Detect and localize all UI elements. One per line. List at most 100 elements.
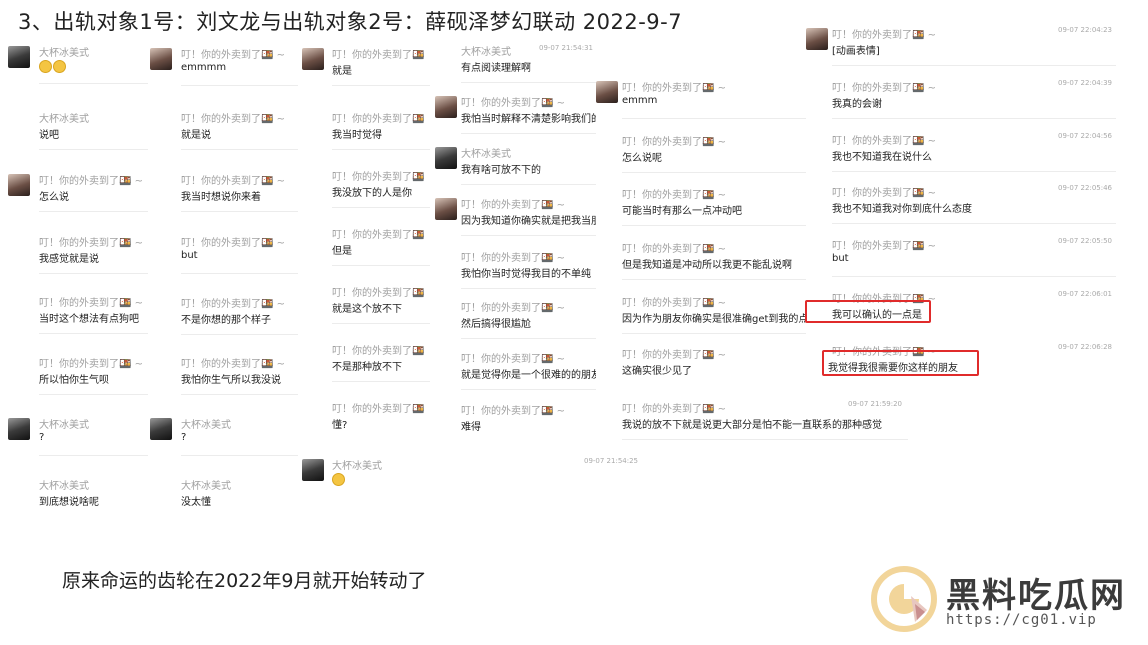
chat-panel-1: 大杯冰美式 大杯冰美式 说吧 叮！你的外卖到了🍱 ~ 怎么说 叮！你的外卖到了🍱…: [8, 44, 148, 514]
divider: [461, 184, 597, 185]
list-item: 叮！你的外卖到了🍱 ~ 我当时想说你来着: [150, 172, 298, 212]
divider: [461, 133, 597, 134]
chat-panel-3: 叮！你的外卖到了🍱 就是 叮！你的外卖到了🍱 我当时觉得 叮！你的外卖到了🍱 我…: [302, 46, 430, 496]
list-item: 叮！你的外卖到了🍱 ~ 我怕你当时觉得我目的不单纯: [435, 249, 597, 289]
list-item: 叮！你的外卖到了🍱 ~ 怎么说呢: [596, 133, 810, 173]
timestamp: 09-07 22:06:28: [1057, 343, 1112, 351]
message-text: 我怕你当时觉得我目的不单纯: [461, 269, 591, 280]
list-item: 叮！你的外卖到了🍱 ~ 就是说: [150, 110, 298, 150]
list-item: 叮！你的外卖到了🍱 ~ 我怕当时解释不清楚影响我们的关: [435, 94, 597, 134]
sender-name: 叮！你的外卖到了🍱 ~: [181, 176, 286, 187]
sender-name: 叮！你的外卖到了🍱 ~: [622, 298, 727, 309]
divider: [181, 273, 298, 274]
caption-text: 原来命运的齿轮在2022年9月就开始转动了: [62, 570, 427, 592]
sender-name: 叮！你的外卖到了🍱 ~: [832, 188, 937, 199]
message-text: 就是: [332, 66, 352, 77]
list-item: 叮！你的外卖到了🍱 ~ 怎么说: [8, 172, 148, 212]
sender-name: 叮！你的外卖到了🍱 ~: [622, 137, 727, 148]
divider: [461, 235, 597, 236]
sender-name: 叮！你的外卖到了🍱: [332, 288, 425, 299]
divider: [832, 223, 1116, 224]
sender-name: 叮！你的外卖到了🍱 ~: [622, 404, 727, 415]
divider: [332, 85, 430, 86]
timestamp: 09-07 21:54:31: [538, 44, 593, 52]
divider: [39, 83, 148, 84]
message-text: 懂?: [332, 420, 348, 431]
divider: [461, 82, 597, 83]
timestamp: 09-07 22:04:56: [1057, 132, 1112, 140]
message-text: 我说的放不下就是说更大部分是怕不能一直联系的那种感觉: [622, 420, 882, 431]
avatar: [302, 48, 324, 70]
message-text: 就是说: [181, 130, 211, 141]
list-item: 叮！你的外卖到了🍱 ~ emmmm: [150, 46, 298, 86]
timestamp: 09-07 22:05:46: [1057, 184, 1112, 192]
message-text: emmm: [622, 95, 658, 106]
list-item: 大杯冰美式 09-07 21:54:25: [302, 457, 642, 497]
sender-name: 叮！你的外卖到了🍱 ~: [832, 136, 937, 147]
sender-name: 叮！你的外卖到了🍱 ~: [832, 241, 937, 252]
sender-name: 大杯冰美式: [181, 420, 231, 431]
sender-name: 叮！你的外卖到了🍱 ~: [461, 406, 566, 417]
list-item: 叮！你的外卖到了🍱 ~ 这确实很少见了: [596, 346, 810, 386]
sender-name: 叮！你的外卖到了🍱 ~: [181, 238, 286, 249]
sender-name: 叮！你的外卖到了🍱: [332, 346, 425, 357]
highlight-box: [822, 350, 979, 376]
divider: [181, 334, 298, 335]
message-text: but: [181, 250, 198, 261]
divider: [181, 149, 298, 150]
chat-panel-2: 叮！你的外卖到了🍱 ~ emmmm 叮！你的外卖到了🍱 ~ 就是说 叮！你的外卖…: [150, 44, 298, 514]
chat-panel-4: 大杯冰美式 有点阅读理解啊 叮！你的外卖到了🍱 ~ 我怕当时解释不清楚影响我们的…: [435, 40, 597, 458]
sender-name: 叮！你的外卖到了🍱 ~: [461, 98, 566, 109]
message-text: 不是那种放不下: [332, 362, 402, 373]
message-text: 难得: [461, 422, 481, 433]
sender-name: 大杯冰美式: [39, 48, 89, 59]
timestamp: 09-07 21:59:20: [847, 400, 902, 408]
divider: [39, 211, 148, 212]
chat-panel-3-footer: 大杯冰美式 09-07 21:54:25: [302, 457, 642, 497]
message-text: 就是觉得你是一个很难的的朋友啊: [461, 370, 597, 381]
list-item: 叮！你的外卖到了🍱 ~ 因为我知道你确实就是把我当朋友: [435, 196, 597, 236]
list-item: 叮！你的外卖到了🍱 ~ 我怕你生气所以我没说: [150, 355, 298, 395]
watermark-site-name: 黑料吃瓜网: [946, 576, 1126, 616]
sender-name: 大杯冰美式: [181, 481, 231, 492]
sender-name: 叮！你的外卖到了🍱 ~: [39, 238, 144, 249]
message-text: 但是: [332, 246, 352, 257]
divider: [622, 172, 810, 173]
message-text: 当时这个想法有点狗吧: [39, 314, 139, 325]
list-item: 叮！你的外卖到了🍱 ~ 09-07 22:05:50 but: [806, 237, 1116, 277]
list-item: 叮！你的外卖到了🍱 ~ 但是我知道是冲动所以我更不能乱说啊: [596, 240, 810, 280]
list-item: 叮！你的外卖到了🍱 ~ 我感觉就是说: [8, 234, 148, 274]
sender-name: 叮！你的外卖到了🍱 ~: [461, 200, 566, 211]
divider: [332, 207, 430, 208]
list-item: 叮！你的外卖到了🍱 ~ 就是觉得你是一个很难的的朋友啊: [435, 350, 597, 390]
message-text: 我也不知道我在说什么: [832, 152, 932, 163]
sender-name: 叮！你的外卖到了🍱 ~: [461, 253, 566, 264]
list-item: 叮！你的外卖到了🍱 ~ 09-07 22:04:23 [动画表情]: [806, 26, 1116, 66]
message-text: 怎么说: [39, 192, 69, 203]
divider: [622, 439, 908, 440]
divider: [832, 276, 1116, 277]
message-text: 但是我知道是冲动所以我更不能乱说啊: [622, 260, 792, 271]
avatar: [435, 198, 457, 220]
sender-name: 叮！你的外卖到了🍱 ~: [622, 190, 727, 201]
list-item: 叮！你的外卖到了🍱 ~ 可能当时有那么一点冲动吧: [596, 186, 810, 226]
message-text: 有点阅读理解啊: [461, 63, 531, 74]
sender-name: 大杯冰美式: [461, 149, 511, 160]
divider: [332, 265, 430, 266]
timestamp: 09-07 22:05:50: [1057, 237, 1112, 245]
message-text: 说吧: [39, 130, 59, 141]
list-item: 叮！你的外卖到了🍱 就是这个放不下: [302, 284, 430, 324]
sender-name: 叮！你的外卖到了🍱: [332, 114, 425, 125]
message-text: 到底想说啥呢: [39, 497, 99, 508]
sender-name: 大杯冰美式: [39, 420, 89, 431]
message-text: 我有啥可放不下的: [461, 165, 541, 176]
divider: [181, 455, 298, 456]
divider: [622, 225, 810, 226]
relieved-emoji-icon: [53, 60, 66, 73]
avatar: [8, 418, 30, 440]
list-item: 大杯冰美式 到底想说啥呢: [8, 477, 148, 514]
divider: [622, 279, 810, 280]
divider: [39, 273, 148, 274]
message-text: 因为我知道你确实就是把我当朋友: [461, 216, 597, 227]
sender-name: 叮！你的外卖到了🍱 ~: [461, 354, 566, 365]
